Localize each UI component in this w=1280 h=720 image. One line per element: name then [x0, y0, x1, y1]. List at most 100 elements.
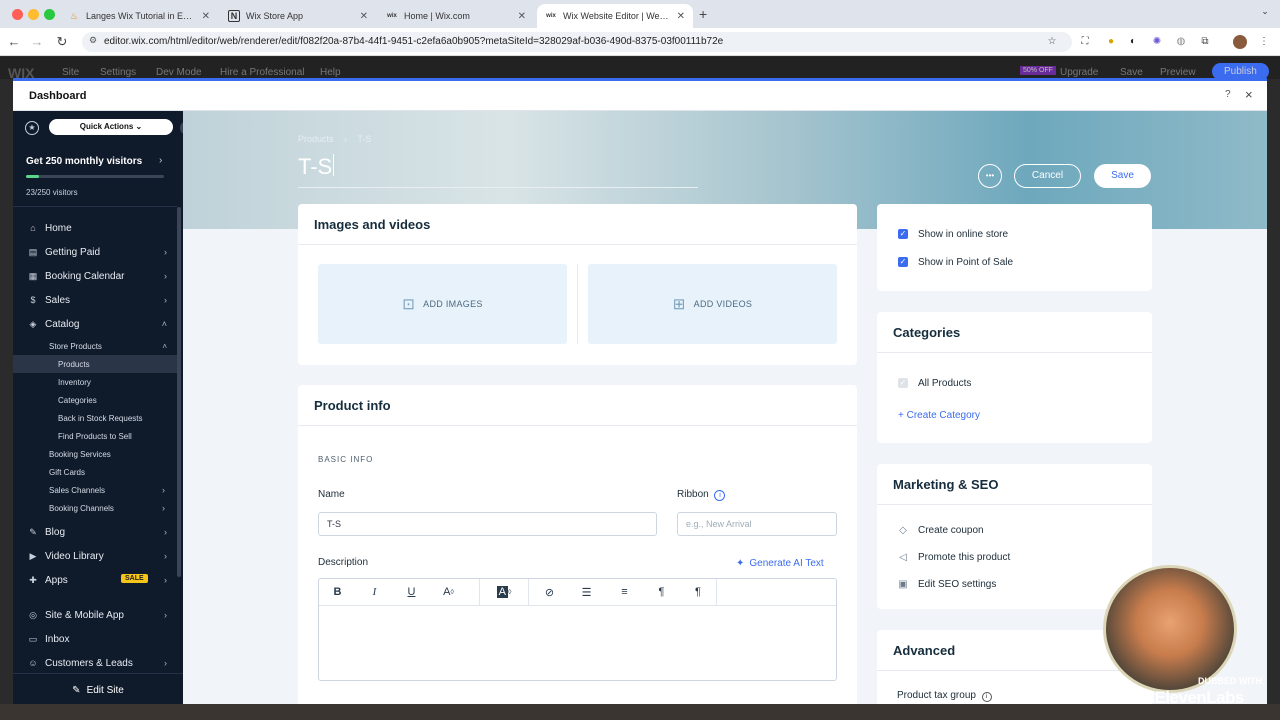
text-color-button[interactable]: A ◊ — [430, 579, 467, 605]
save-button[interactable]: Save — [1094, 164, 1151, 188]
rtl-direction-icon[interactable]: ¶ — [680, 579, 717, 605]
wix-editor-topbar: WIX Site Settings Dev Mode Hire a Profes… — [0, 57, 1280, 81]
bold-button[interactable]: B — [319, 579, 356, 605]
puzzle-icon[interactable]: ⧉ — [1198, 35, 1212, 49]
sidebar-item-categories[interactable]: Categories — [13, 391, 177, 409]
create-coupon-link[interactable]: ◇ Create coupon — [897, 525, 983, 536]
more-actions-button[interactable]: ••• — [978, 164, 1002, 188]
numbered-list-icon[interactable]: ≡ — [606, 579, 643, 605]
sidebar-item-catalog[interactable]: ◈ Catalog ˄ — [13, 313, 177, 335]
window-maximize-button[interactable] — [44, 9, 55, 20]
visitors-promo[interactable]: Get 250 monthly visitors › 23/250 visito… — [13, 145, 177, 207]
info-icon[interactable]: i — [981, 692, 992, 702]
sidebar-item-video-library[interactable]: ▶ Video Library › — [13, 545, 177, 567]
sidebar-item-sales[interactable]: $ Sales › — [13, 289, 177, 311]
extension-icon[interactable]: ✺ — [1150, 35, 1164, 49]
editor-menu-dev-mode[interactable]: Dev Mode — [156, 67, 202, 78]
close-tab-icon[interactable]: ✕ — [518, 11, 526, 22]
extension-icon[interactable]: ◍ — [1174, 35, 1188, 49]
show-pos-checkbox[interactable]: ✓ — [898, 257, 908, 267]
close-modal-icon[interactable]: × — [1245, 87, 1253, 102]
name-input[interactable]: T-S — [318, 512, 657, 536]
extension-icon[interactable]: ◐ — [1126, 35, 1140, 49]
sidebar-item-gift-cards[interactable]: Gift Cards — [13, 463, 177, 481]
help-icon[interactable]: ? — [1225, 89, 1231, 100]
underline-button[interactable]: U — [393, 579, 430, 605]
info-icon[interactable]: i — [714, 490, 726, 501]
sidebar-item-apps[interactable]: ✚ Apps SALE › — [13, 569, 177, 591]
inbox-icon: ▭ — [28, 633, 38, 644]
preview-link[interactable]: Preview — [1160, 67, 1196, 78]
editor-save-link[interactable]: Save — [1120, 67, 1143, 78]
extension-icon[interactable]: ● — [1104, 35, 1118, 49]
highlight-color-button[interactable]: A ◊ — [479, 579, 529, 605]
editor-menu-settings[interactable]: Settings — [100, 67, 136, 78]
chevron-right-icon: › — [164, 247, 167, 257]
sidebar-item-back-in-stock[interactable]: Back in Stock Requests — [13, 409, 177, 427]
bullet-list-icon[interactable]: ☰ — [568, 579, 605, 605]
sidebar-item-sales-channels[interactable]: Sales Channels › — [13, 481, 177, 499]
sidebar-item-store-products[interactable]: Store Products ˄ — [13, 337, 177, 355]
breadcrumb-products-link[interactable]: Products — [298, 134, 334, 144]
new-tab-button[interactable]: + — [699, 6, 707, 22]
browser-tab-active[interactable]: wix Wix Website Editor | Website ✕ — [537, 4, 693, 28]
sidebar-item-inventory[interactable]: Inventory — [13, 373, 177, 391]
browser-tab[interactable]: wix Home | Wix.com ✕ — [378, 4, 534, 28]
kebab-menu-icon[interactable]: ⋮ — [1257, 35, 1271, 49]
sidebar-item-label: Inventory — [58, 377, 91, 387]
site-settings-icon[interactable]: ⚙ — [89, 35, 97, 46]
ltr-direction-icon[interactable]: ¶ — [643, 579, 680, 605]
sidebar-item-label: Sales Channels — [49, 485, 106, 495]
sidebar-item-getting-paid[interactable]: ▤ Getting Paid › — [13, 241, 177, 263]
sidebar-item-site-mobile-app[interactable]: ◎ Site & Mobile App › — [13, 604, 177, 626]
close-tab-icon[interactable]: ✕ — [360, 11, 368, 22]
italic-button[interactable]: I — [356, 579, 393, 605]
edit-seo-link[interactable]: ▣ Edit SEO settings — [897, 579, 996, 590]
sidebar-item-booking-services[interactable]: Booking Services — [13, 445, 177, 463]
sidebar-item-find-products[interactable]: Find Products to Sell — [13, 427, 177, 445]
sidebar-scrollbar[interactable] — [177, 207, 181, 577]
add-videos-button[interactable]: ⊞ ADD VIDEOS — [588, 264, 837, 344]
upgrade-link[interactable]: Upgrade — [1060, 67, 1098, 78]
forward-arrow-icon[interactable]: → — [29, 34, 45, 49]
ribbon-input[interactable]: e.g., New Arrival — [677, 512, 837, 536]
sidebar-item-home[interactable]: ⌂ Home — [13, 217, 177, 239]
close-tab-icon[interactable]: ✕ — [202, 11, 210, 22]
promote-product-link[interactable]: ◁ Promote this product — [897, 552, 1010, 563]
promo-progress-track — [26, 175, 164, 178]
avatar[interactable] — [1233, 35, 1247, 49]
close-tab-icon[interactable]: ✕ — [677, 11, 685, 22]
link-icon[interactable]: ⊘ — [531, 579, 568, 605]
sidebar-item-blog[interactable]: ✎ Blog › — [13, 521, 177, 543]
editor-menu-help[interactable]: Help — [320, 67, 341, 78]
screenshot-icon[interactable]: ⛶ — [1078, 35, 1092, 49]
breadcrumb: Products › T-S — [298, 134, 371, 144]
back-arrow-icon[interactable]: ← — [6, 34, 22, 49]
reload-icon[interactable]: ↻ — [54, 34, 70, 50]
show-online-checkbox[interactable]: ✓ — [898, 229, 908, 239]
add-images-button[interactable]: ⊡ ADD IMAGES — [318, 264, 567, 344]
url-bar[interactable]: ⚙ editor.wix.com/html/editor/web/rendere… — [82, 32, 1072, 52]
star-icon[interactable]: ★ — [25, 121, 39, 135]
all-products-checkbox[interactable]: ✓ — [898, 378, 908, 388]
sidebar-item-inbox[interactable]: ▭ Inbox — [13, 628, 177, 650]
bookmark-star-icon[interactable]: ☆ — [1045, 35, 1059, 49]
window-minimize-button[interactable] — [28, 9, 39, 20]
product-title-input[interactable]: T-S — [298, 154, 698, 188]
description-editor[interactable]: B I U A ◊ A ◊ ⊘ ☰ ≡ ¶ ¶ — [318, 578, 837, 681]
sidebar-item-booking-calendar[interactable]: ▦ Booking Calendar › — [13, 265, 177, 287]
generate-ai-text-button[interactable]: ✦ Generate AI Text — [736, 558, 824, 569]
edit-site-button[interactable]: ✎ Edit Site — [13, 673, 183, 704]
create-category-link[interactable]: + Create Category — [898, 410, 980, 421]
editor-menu-hire[interactable]: Hire a Professional — [220, 67, 304, 78]
tab-list-dropdown-icon[interactable]: ⌄ — [1258, 6, 1272, 20]
quick-actions-button[interactable]: Quick Actions ⌄ — [49, 119, 173, 135]
sidebar-item-customers-leads[interactable]: ☺ Customers & Leads › — [13, 652, 177, 674]
browser-tab[interactable]: ♨ Langes Wix Tutorial in Englis ✕ — [60, 4, 218, 28]
browser-tab[interactable]: N Wix Store App ✕ — [220, 4, 376, 28]
sidebar-item-products[interactable]: Products — [13, 355, 177, 373]
sidebar-item-booking-channels[interactable]: Booking Channels › — [13, 499, 177, 517]
editor-menu-site[interactable]: Site — [62, 67, 79, 78]
window-close-button[interactable] — [12, 9, 23, 20]
cancel-button[interactable]: Cancel — [1014, 164, 1081, 188]
